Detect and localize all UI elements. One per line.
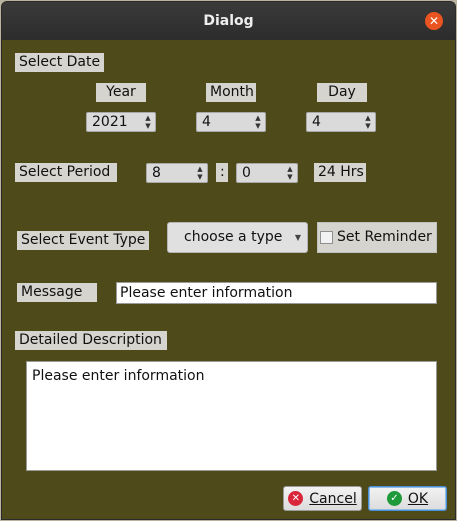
chevron-down-icon: ▼ [294,233,301,242]
hour-spinbox[interactable]: 8 ▲ ▼ [146,163,208,183]
ok-label: OK [407,490,429,507]
year-spinbox[interactable]: 2021 ▲ ▼ [86,112,156,132]
month-label: Month [206,83,256,102]
select-date-label: Select Date [15,53,105,72]
day-down-icon[interactable]: ▼ [362,122,374,130]
detailed-description-label: Detailed Description [15,331,167,350]
minute-down-icon[interactable]: ▼ [284,173,296,181]
year-down-icon[interactable]: ▼ [142,122,154,130]
event-type-value: choose a type [184,229,283,245]
cancel-button[interactable]: ✕ Cancel [283,486,362,511]
checkmark-icon: ✓ [386,491,402,506]
set-reminder-label: Set Reminder [337,229,432,245]
month-up-icon[interactable]: ▲ [252,114,264,122]
year-value: 2021 [92,114,128,130]
month-value: 4 [202,114,211,130]
message-label: Message [17,283,97,302]
day-up-icon[interactable]: ▲ [362,114,374,122]
hours-unit-label: 24 Hrs [314,163,366,182]
checkbox-icon[interactable] [320,231,333,244]
month-spinbox[interactable]: 4 ▲ ▼ [196,112,266,132]
event-type-combo[interactable]: choose a type ▼ [167,222,308,253]
cancel-icon: ✕ [288,491,304,506]
minute-spinbox[interactable]: 0 ▲ ▼ [236,163,298,183]
hour-up-icon[interactable]: ▲ [194,165,206,173]
cancel-label: Cancel [309,490,357,507]
day-spinbox[interactable]: 4 ▲ ▼ [306,112,376,132]
description-textarea[interactable]: Please enter information [26,361,437,471]
day-value: 4 [312,114,321,130]
month-down-icon[interactable]: ▼ [252,122,264,130]
window-title: Dialog [203,13,254,29]
set-reminder-checkbox[interactable]: Set Reminder [317,222,437,253]
year-up-icon[interactable]: ▲ [142,114,154,122]
ok-button[interactable]: ✓ OK [368,486,447,511]
minute-value: 0 [242,165,251,181]
hour-value: 8 [152,165,161,181]
time-separator: : [216,163,228,182]
title-bar[interactable]: Dialog ✕ [2,2,455,40]
dialog-window: Dialog ✕ Select Date Year Month Day 2021… [1,1,456,520]
year-label: Year [96,83,146,102]
message-input[interactable]: Please enter information [116,282,437,304]
select-period-label: Select Period [15,163,117,182]
day-label: Day [317,83,367,102]
minute-up-icon[interactable]: ▲ [284,165,296,173]
close-icon[interactable]: ✕ [425,12,443,30]
hour-down-icon[interactable]: ▼ [194,173,206,181]
select-event-type-label: Select Event Type [17,231,149,250]
